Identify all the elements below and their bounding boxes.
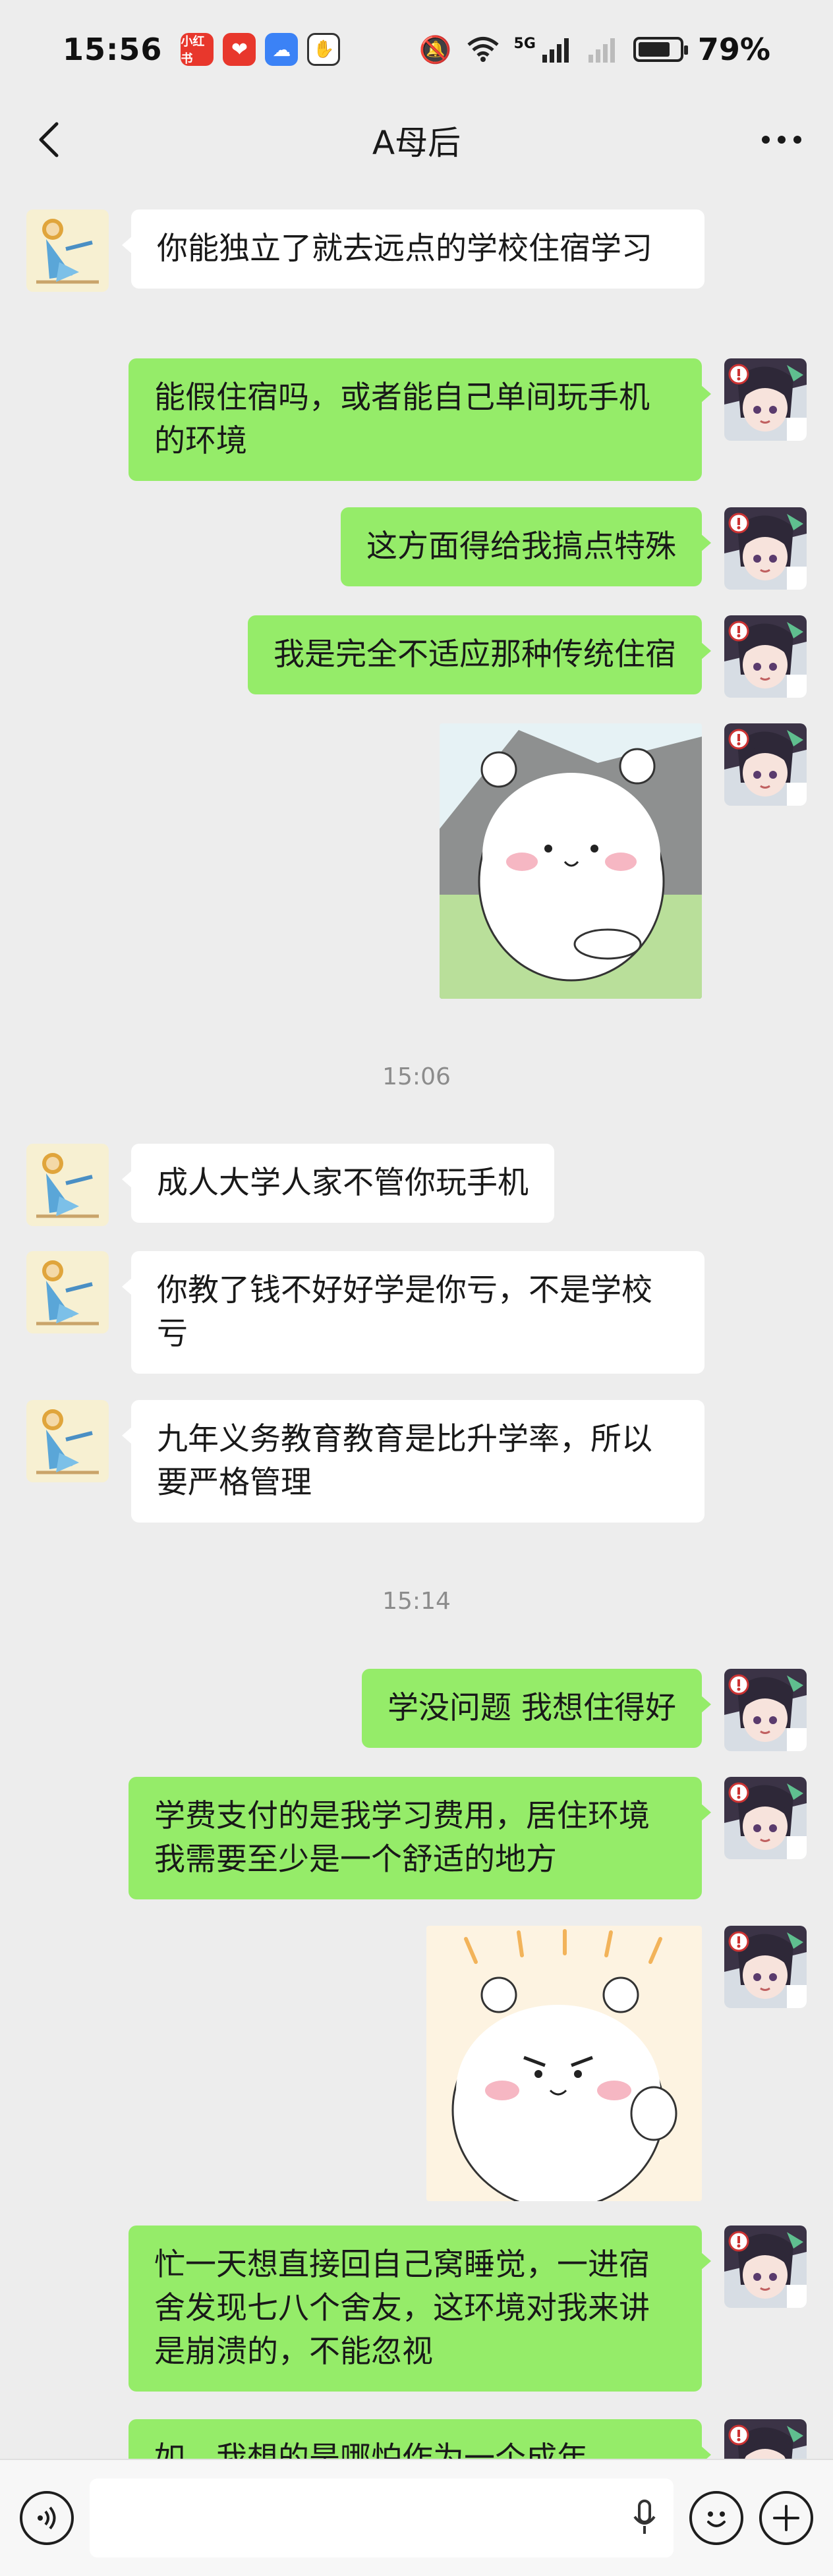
message-bubble[interactable]: 你能独立了就去远点的学校住宿学习 [122,210,704,289]
message-bubble[interactable]: 成人大学人家不管你玩手机 [122,1144,554,1223]
message-bubble[interactable]: 我是完全不适应那种传统住宿 [248,615,711,694]
more-button[interactable] [758,119,805,161]
heart-app-icon: ❤ [223,33,256,66]
battery-fill [638,42,670,57]
plus-icon [773,2505,799,2531]
chiikawa-sticker-fist[interactable] [426,1926,702,2201]
plus-button[interactable] [759,2491,813,2545]
back-button[interactable] [28,119,70,161]
voice-icon [38,2506,56,2530]
avatar[interactable] [724,1777,807,1859]
message-row: 学费支付的是我学习费用，居住环境我需要至少是一个舒适的地方 [129,1777,807,1899]
message-bubble[interactable]: 你教了钱不好好学是你亏，不是学校亏 [122,1251,704,1374]
message-row: 我是完全不适应那种传统住宿 [248,615,807,698]
battery-percent: 79% [697,32,770,67]
message-row: 你教了钱不好好学是你亏，不是学校亏 [26,1251,704,1374]
battery-icon [633,37,688,62]
network-type: 5G [513,35,536,52]
message-bubble[interactable]: 学没问题 我想住得好 [362,1669,711,1748]
message-row [426,1926,807,2201]
timestamp: 15:14 [382,1588,451,1615]
status-right: 🔕 5G 79% [419,32,770,67]
input-bar [0,2459,833,2576]
avatar[interactable] [724,358,807,441]
timestamp: 15:06 [382,1063,451,1090]
avatar[interactable] [26,1400,109,1482]
message-bubble[interactable]: 能假住宿吗，或者能自己单间玩手机的环境 [129,358,711,481]
message-bubble[interactable]: 九年义务教育教育是比升学率，所以要严格管理 [122,1400,704,1523]
avatar[interactable] [724,723,807,806]
status-app-icons: 小红书 ❤ ☁ ✋ [181,33,341,66]
chevron-left-icon [39,122,59,157]
wifi-icon [467,37,499,62]
message-bubble[interactable]: 这方面得给我搞点特殊 [341,507,711,586]
mute-icon: 🔕 [418,34,452,65]
avatar[interactable] [26,1251,109,1333]
avatar[interactable] [724,2226,807,2308]
message-bubble[interactable]: 忙一天想直接回自己窝睡觉，一进宿舍发现七八个舍友，这环境对我来讲是崩溃的，不能忽… [129,2226,711,2392]
emoji-button[interactable] [689,2491,743,2545]
microphone-icon[interactable] [633,2500,656,2536]
nav-bar: A母后 [0,99,833,181]
avatar[interactable] [724,1926,807,2008]
message-row: 九年义务教育教育是比升学率，所以要严格管理 [26,1400,704,1523]
avatar[interactable] [26,1144,109,1226]
status-bar: 15:56 小红书 ❤ ☁ ✋ 🔕 5G 79% [0,0,833,99]
avatar[interactable] [724,507,807,590]
message-input[interactable] [90,2478,674,2558]
message-row: 你能独立了就去远点的学校住宿学习 [26,210,704,292]
message-row: 成人大学人家不管你玩手机 [26,1144,554,1226]
message-row: 忙一天想直接回自己窝睡觉，一进宿舍发现七八个舍友，这环境对我来讲是崩溃的，不能忽… [129,2226,807,2392]
emoji-icon [707,2511,726,2527]
shield-app-icon: ✋ [307,33,341,66]
chat-title: A母后 [372,123,461,162]
message-bubble[interactable]: 学费支付的是我学习费用，居住环境我需要至少是一个舒适的地方 [129,1777,711,1899]
message-row [440,723,807,999]
chiikawa-sticker-happy[interactable] [440,723,702,999]
avatar[interactable] [724,615,807,698]
signal-icon [542,38,569,63]
voice-button[interactable] [20,2491,74,2545]
avatar[interactable] [724,1669,807,1751]
avatar[interactable] [26,210,109,292]
more-icon [762,136,801,144]
signal-2-icon [588,38,615,63]
message-row: 学没问题 我想住得好 [362,1669,807,1751]
status-time: 15:56 [63,32,163,67]
message-row: 能假住宿吗，或者能自己单间玩手机的环境 [129,358,807,481]
xiaohongshu-app-icon: 小红书 [181,33,214,66]
message-row: 这方面得给我搞点特殊 [341,507,807,590]
weather-app-icon: ☁ [265,33,299,66]
